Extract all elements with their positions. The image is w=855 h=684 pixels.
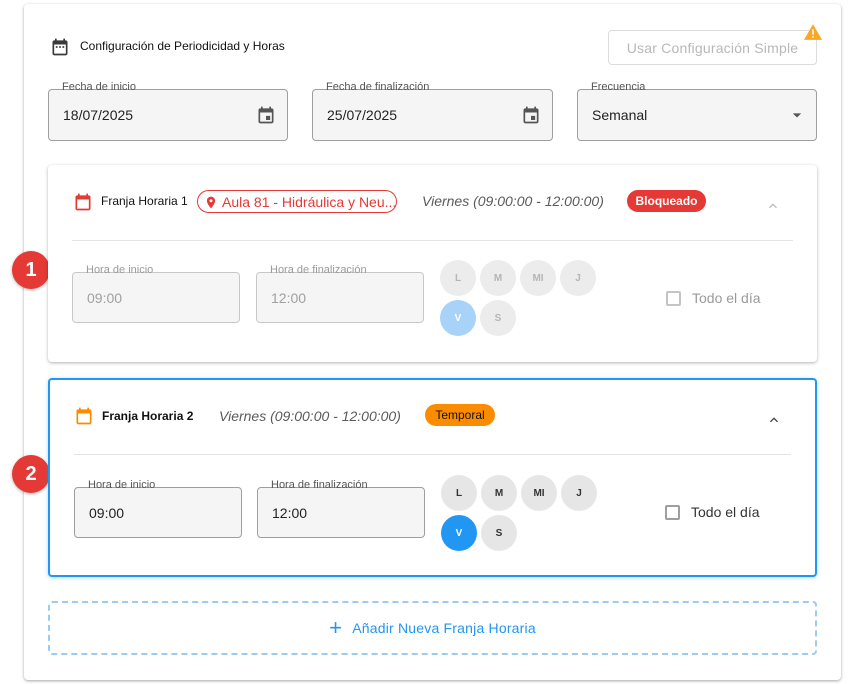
start-time-value: 09:00	[89, 505, 125, 521]
franja-title: Franja Horaria 1	[101, 194, 188, 208]
start-date-value: 18/07/2025	[63, 107, 134, 123]
status-badge: Bloqueado	[627, 190, 706, 212]
day-lunes[interactable]: L	[441, 475, 477, 511]
day-sabado[interactable]: S	[481, 515, 517, 551]
step-marker-1: 1	[12, 251, 50, 289]
end-time-field[interactable]: Hora de finalización 12:00	[257, 479, 425, 538]
calendar-icon	[75, 193, 91, 211]
day-jueves: J	[560, 260, 596, 296]
divider	[72, 240, 793, 241]
calendar-icon[interactable]	[256, 105, 276, 125]
start-date-label: Fecha de inicio	[59, 81, 139, 93]
location-text: Aula 81 - Hidráulica y Neu...	[222, 193, 397, 210]
day-miercoles: MI	[520, 260, 556, 296]
end-time-value: 12:00	[271, 290, 307, 306]
caret-down-icon	[792, 113, 802, 118]
divider	[74, 454, 791, 455]
warning-icon	[804, 24, 822, 40]
chevron-up-icon[interactable]	[766, 412, 782, 428]
franja-schedule: Viernes (09:00:00 - 12:00:00)	[422, 193, 604, 209]
day-sabado: S	[480, 300, 516, 336]
start-date-field[interactable]: Fecha de inicio 18/07/2025	[48, 81, 288, 141]
franja-schedule: Viernes (09:00:00 - 12:00:00)	[219, 408, 401, 424]
start-time-label: Hora de inicio	[85, 479, 159, 491]
location-chip[interactable]: Aula 81 - Hidráulica y Neu...	[197, 190, 397, 213]
add-franja-button[interactable]: + Añadir Nueva Franja Horaria	[48, 601, 817, 655]
day-viernes[interactable]: V	[441, 515, 477, 551]
section-title: Configuración de Periodicidad y Horas	[80, 39, 285, 53]
end-time-field: Hora de finalización 12:00	[256, 264, 424, 323]
end-time-label: Hora de finalización	[268, 479, 371, 491]
franja-title: Franja Horaria 2	[102, 409, 194, 423]
day-lunes: L	[440, 260, 476, 296]
day-jueves[interactable]: J	[561, 475, 597, 511]
franja-card-2: Franja Horaria 2 Viernes (09:00:00 - 12:…	[48, 378, 817, 577]
all-day-checkbox	[666, 291, 681, 306]
start-time-value: 09:00	[87, 290, 123, 306]
day-viernes: V	[440, 300, 476, 336]
all-day-checkbox[interactable]	[665, 505, 680, 520]
status-badge: Temporal	[425, 404, 495, 426]
use-simple-config-button[interactable]: Usar Configuración Simple	[608, 30, 817, 65]
day-miercoles[interactable]: MI	[521, 475, 557, 511]
start-time-field[interactable]: Hora de inicio 09:00	[74, 479, 242, 538]
map-pin-icon	[206, 196, 216, 209]
plus-icon: +	[329, 615, 343, 640]
end-time-label: Hora de finalización	[267, 264, 370, 276]
chevron-up-icon[interactable]	[765, 198, 781, 214]
calendar-icon	[52, 38, 68, 56]
end-date-field[interactable]: Fecha de finalización 25/07/2025	[312, 81, 553, 141]
all-day-label: Todo el día	[692, 290, 761, 306]
add-franja-label: Añadir Nueva Franja Horaria	[352, 620, 536, 636]
frequency-label: Frecuencia	[588, 81, 649, 93]
frequency-select[interactable]: Frecuencia Semanal	[577, 81, 817, 141]
franja-card-1: Franja Horaria 1 Aula 81 - Hidráulica y …	[48, 165, 817, 362]
start-time-label: Hora de inicio	[83, 264, 157, 276]
start-time-field: Hora de inicio 09:00	[72, 264, 240, 323]
end-date-label: Fecha de finalización	[323, 81, 433, 93]
day-martes[interactable]: M	[481, 475, 517, 511]
end-time-value: 12:00	[272, 505, 308, 521]
frequency-value: Semanal	[592, 107, 648, 123]
step-marker-2: 2	[12, 455, 50, 493]
day-martes: M	[480, 260, 516, 296]
end-date-value: 25/07/2025	[327, 107, 398, 123]
calendar-icon	[76, 407, 92, 425]
all-day-label: Todo el día	[691, 504, 760, 520]
calendar-icon[interactable]	[521, 105, 541, 125]
